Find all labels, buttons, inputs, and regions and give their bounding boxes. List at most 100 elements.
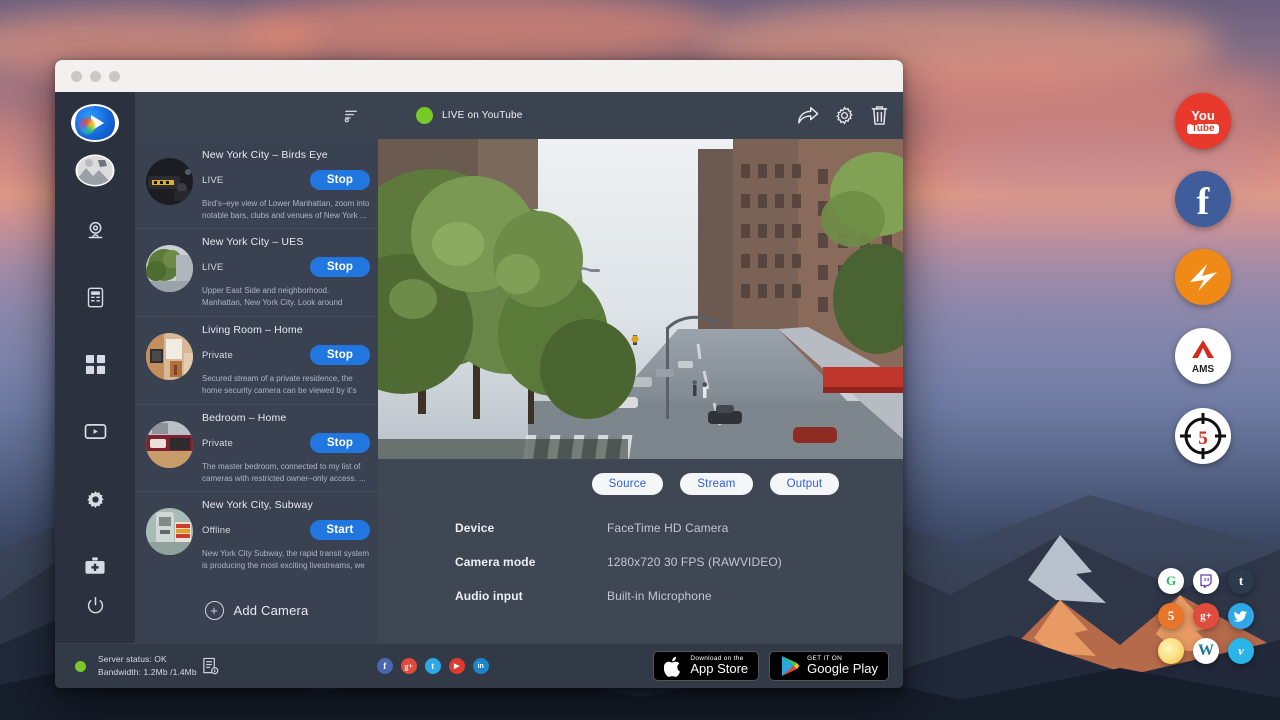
camera-toggle-button[interactable]: Stop [310, 170, 370, 190]
social-google-plus[interactable]: g+ [401, 658, 417, 674]
dock-icon-twitter[interactable] [1228, 603, 1254, 629]
gear-icon [85, 489, 106, 510]
sort-filter-icon[interactable] [330, 108, 372, 123]
dock-icon-grammarly[interactable]: G [1158, 568, 1184, 594]
app-store-text: Download on the App Store [690, 655, 748, 676]
main-toolbar: LIVE on YouTube [378, 92, 903, 139]
window-minimize-button[interactable] [90, 71, 101, 82]
list-item[interactable]: New York City – Birds Eye LIVE Stop Bird… [135, 142, 378, 229]
settings-button[interactable] [834, 105, 855, 126]
sidebar-item-apps[interactable] [70, 345, 120, 384]
list-item[interactable]: New York City, Subway Offline Start New … [135, 492, 378, 579]
social-linkedin[interactable]: in [473, 658, 489, 674]
app-logo[interactable] [73, 106, 117, 140]
google-play-badge[interactable]: GET IT ON Google Play [769, 651, 889, 681]
trees-thumb-icon [146, 245, 193, 292]
lightning-bolt-icon [1181, 255, 1225, 299]
dock-youtube-top: You [1187, 109, 1218, 122]
camera-toggle-button[interactable]: Stop [310, 257, 370, 277]
camera-info: New York City – UES LIVE Stop Upper East… [202, 236, 370, 309]
dock-icon-slideshare[interactable]: 5 [1158, 603, 1184, 629]
camera-state: Offline [202, 525, 231, 536]
log-document-icon[interactable] [202, 657, 219, 675]
twitch-glyph-icon [1199, 574, 1213, 588]
sidebar-item-settings[interactable] [70, 479, 120, 518]
dock-icon-flickr[interactable] [1158, 638, 1184, 664]
video-preview[interactable] [378, 139, 903, 459]
window-titlebar [55, 60, 903, 92]
camera-info: Living Room – Home Private Stop Secured … [202, 324, 370, 397]
tab-source[interactable]: Source [592, 473, 664, 495]
sidebar-item-support[interactable] [70, 547, 120, 586]
logo-color-blob [79, 118, 95, 134]
main-panel: LIVE on YouTube [378, 92, 903, 643]
taxi-night-thumb-icon [146, 158, 193, 205]
dock-icon-tumblr[interactable]: t [1228, 568, 1254, 594]
avatar[interactable] [77, 156, 113, 184]
living-room-thumb-icon [146, 333, 193, 380]
delete-button[interactable] [870, 105, 889, 126]
social-twitter[interactable]: t [425, 658, 441, 674]
camera-thumbnail [146, 158, 193, 205]
list-item[interactable]: New York City – UES LIVE Stop Upper East… [135, 229, 378, 317]
sidebar-item-power[interactable] [70, 586, 120, 625]
slideshare-glyph: 5 [1168, 608, 1175, 624]
window-close-button[interactable] [71, 71, 82, 82]
camera-description: Secured stream of a private residence, t… [202, 373, 370, 397]
camera-status-row: Private Stop [202, 345, 370, 365]
facebook-f-glyph: f [1197, 183, 1210, 221]
camera-state: Private [202, 438, 233, 449]
dock-icon-youtube[interactable]: You Tube [1175, 93, 1231, 149]
info-row-device: Device FaceTime HD Camera [455, 521, 903, 535]
app-store-badge[interactable]: Download on the App Store [653, 651, 759, 681]
crosshair-icon: 5 [1177, 410, 1229, 462]
webcam-icon [85, 220, 106, 241]
sidebar-item-devices[interactable] [70, 278, 120, 317]
info-label: Device [455, 521, 607, 535]
dock-icon-lightning-app[interactable] [1175, 249, 1231, 305]
tab-output[interactable]: Output [770, 473, 840, 495]
dock-icon-facebook[interactable]: f [1175, 171, 1231, 227]
dock-icon-vimeo[interactable]: v [1228, 638, 1254, 664]
status-line-1: Server status: OK [98, 653, 197, 666]
camera-state: Private [202, 350, 233, 361]
ams-label: AMS [1190, 365, 1216, 375]
trash-icon [870, 105, 889, 126]
camera-title: Bedroom – Home [202, 412, 370, 424]
dock-icon-twitch[interactable] [1193, 568, 1219, 594]
dock-icon-target-five[interactable]: 5 [1175, 408, 1231, 464]
sidebar-item-broadcast[interactable] [70, 412, 120, 451]
social-facebook[interactable]: f [377, 658, 393, 674]
info-value: Built-in Microphone [607, 589, 712, 603]
camera-description: Bird's–eye view of Lower Manhattan, zoom… [202, 198, 370, 221]
tab-stream[interactable]: Stream [680, 473, 752, 495]
camera-toggle-button[interactable]: Stop [310, 345, 370, 365]
power-icon [86, 596, 105, 615]
dock-icon-adobe-ams[interactable]: AMS [1175, 328, 1231, 384]
mobile-device-icon [86, 287, 105, 308]
camera-title: New York City – UES [202, 236, 370, 248]
dock-icon-wordpress[interactable]: W [1193, 638, 1219, 664]
list-item[interactable]: Bedroom – Home Private Stop The master b… [135, 405, 378, 492]
camera-description: Upper East Side and neighborhood. Manhat… [202, 285, 370, 309]
window-maximize-button[interactable] [109, 71, 120, 82]
server-status-dot [75, 661, 86, 672]
status-bar: Server status: OK Bandwidth: 1.2Mb /1.4M… [55, 643, 903, 688]
social-youtube[interactable]: ▶ [449, 658, 465, 674]
source-info-table: Device FaceTime HD Camera Camera mode 12… [378, 521, 903, 603]
social-links: f g+ t ▶ in [377, 658, 489, 674]
camera-list-scroll[interactable]: New York City – Birds Eye LIVE Stop Bird… [135, 139, 378, 643]
camera-toggle-button[interactable]: Start [310, 520, 370, 540]
share-button[interactable] [797, 106, 819, 125]
camera-toggle-button[interactable]: Stop [310, 433, 370, 453]
dock-icon-google-plus[interactable]: g+ [1193, 603, 1219, 629]
camera-info: New York City, Subway Offline Start New … [202, 499, 370, 572]
google-play-logo-icon [780, 655, 800, 677]
add-camera-button[interactable]: + Add Camera [135, 579, 378, 638]
info-row-audio-input: Audio input Built-in Microphone [455, 589, 903, 603]
tv-broadcast-icon [84, 422, 107, 441]
sidebar-item-cameras[interactable] [70, 211, 120, 250]
list-item[interactable]: Living Room – Home Private Stop Secured … [135, 317, 378, 405]
camera-info: Bedroom – Home Private Stop The master b… [202, 412, 370, 484]
app-window: New York City – Birds Eye LIVE Stop Bird… [55, 60, 903, 688]
